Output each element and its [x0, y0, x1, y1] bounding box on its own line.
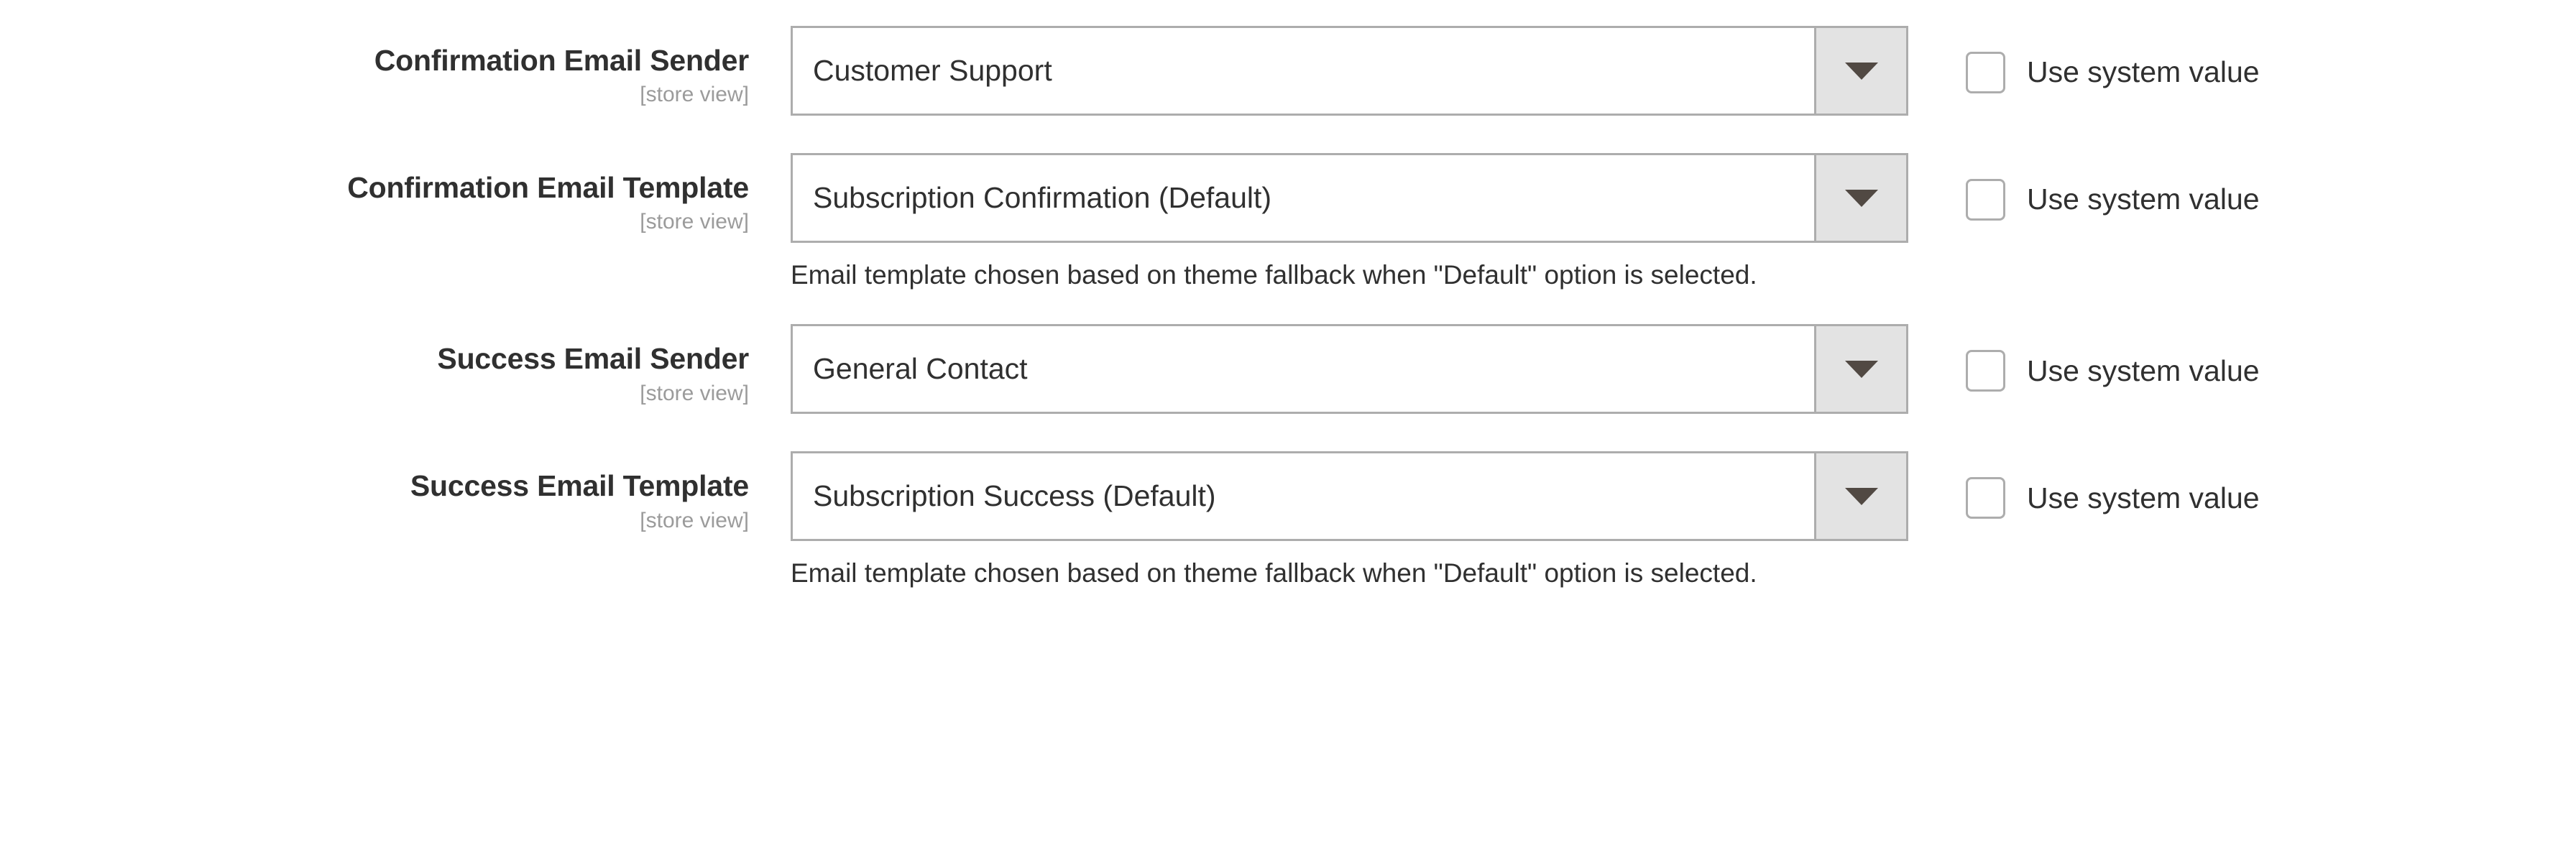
field-help-text: Email template chosen based on theme fal…	[791, 260, 1757, 290]
inherit-group-confirmation-email-sender: Use system value	[1908, 26, 2260, 93]
field-label-text: Confirmation Email Template	[347, 171, 749, 204]
subscription-email-config-form: Confirmation Email Sender [store view] C…	[0, 0, 2576, 591]
use-system-value-label[interactable]: Use system value	[2027, 56, 2260, 88]
select-dropdown-button[interactable]	[1814, 155, 1906, 241]
inherit-group-success-email-sender: Use system value	[1908, 324, 2260, 392]
field-control-confirmation-email-template: Subscription Confirmation (Default) Emai…	[749, 153, 1908, 292]
select-confirmation-email-template[interactable]: Subscription Confirmation (Default)	[791, 153, 1908, 243]
field-scope-note: [store view]	[640, 508, 749, 532]
select-selected-value: Subscription Confirmation (Default)	[813, 180, 1272, 214]
select-dropdown-button[interactable]	[1814, 28, 1906, 114]
select-dropdown-button[interactable]	[1814, 453, 1906, 540]
select-selected-value: Customer Support	[813, 53, 1052, 87]
use-system-value-label[interactable]: Use system value	[2027, 354, 2260, 387]
field-scope-note: [store view]	[640, 83, 749, 107]
field-control-success-email-template: Subscription Success (Default) Email tem…	[749, 451, 1908, 591]
inherit-group-confirmation-email-template: Use system value	[1908, 153, 2260, 221]
field-control-success-email-sender: General Contact	[749, 324, 1908, 415]
field-label-success-email-sender: Success Email Sender [store view]	[0, 324, 749, 406]
field-help-text: Email template chosen based on theme fal…	[791, 558, 1757, 588]
inherit-group-success-email-template: Use system value	[1908, 451, 2260, 519]
field-row-success-email-template: Success Email Template [store view] Subs…	[0, 451, 2576, 591]
field-label-success-email-template: Success Email Template [store view]	[0, 451, 749, 533]
use-system-value-checkbox[interactable]	[1966, 52, 2005, 93]
select-confirmation-email-sender[interactable]: Customer Support	[791, 26, 1908, 116]
field-row-success-email-sender: Success Email Sender [store view] Genera…	[0, 324, 2576, 415]
field-scope-note: [store view]	[640, 381, 749, 405]
field-label-confirmation-email-sender: Confirmation Email Sender [store view]	[0, 26, 749, 108]
select-dropdown-button[interactable]	[1814, 326, 1906, 412]
chevron-down-icon	[1844, 62, 1878, 80]
chevron-down-icon	[1844, 487, 1878, 505]
use-system-value-label[interactable]: Use system value	[2027, 183, 2260, 216]
field-label-text: Success Email Sender	[437, 342, 749, 376]
chevron-down-icon	[1844, 189, 1878, 207]
select-selected-value: Subscription Success (Default)	[813, 479, 1216, 513]
field-row-confirmation-email-sender: Confirmation Email Sender [store view] C…	[0, 26, 2576, 116]
select-selected-value: General Contact	[813, 352, 1028, 386]
select-success-email-sender[interactable]: General Contact	[791, 324, 1908, 415]
field-label-text: Confirmation Email Sender	[374, 44, 749, 77]
chevron-down-icon	[1844, 360, 1878, 378]
use-system-value-label[interactable]: Use system value	[2027, 481, 2260, 514]
field-label-confirmation-email-template: Confirmation Email Template [store view]	[0, 153, 749, 235]
field-scope-note: [store view]	[640, 210, 749, 234]
field-control-confirmation-email-sender: Customer Support	[749, 26, 1908, 116]
field-label-text: Success Email Template	[410, 469, 749, 503]
use-system-value-checkbox[interactable]	[1966, 477, 2005, 519]
use-system-value-checkbox[interactable]	[1966, 179, 2005, 221]
field-row-confirmation-email-template: Confirmation Email Template [store view]…	[0, 153, 2576, 292]
use-system-value-checkbox[interactable]	[1966, 350, 2005, 392]
select-success-email-template[interactable]: Subscription Success (Default)	[791, 451, 1908, 542]
